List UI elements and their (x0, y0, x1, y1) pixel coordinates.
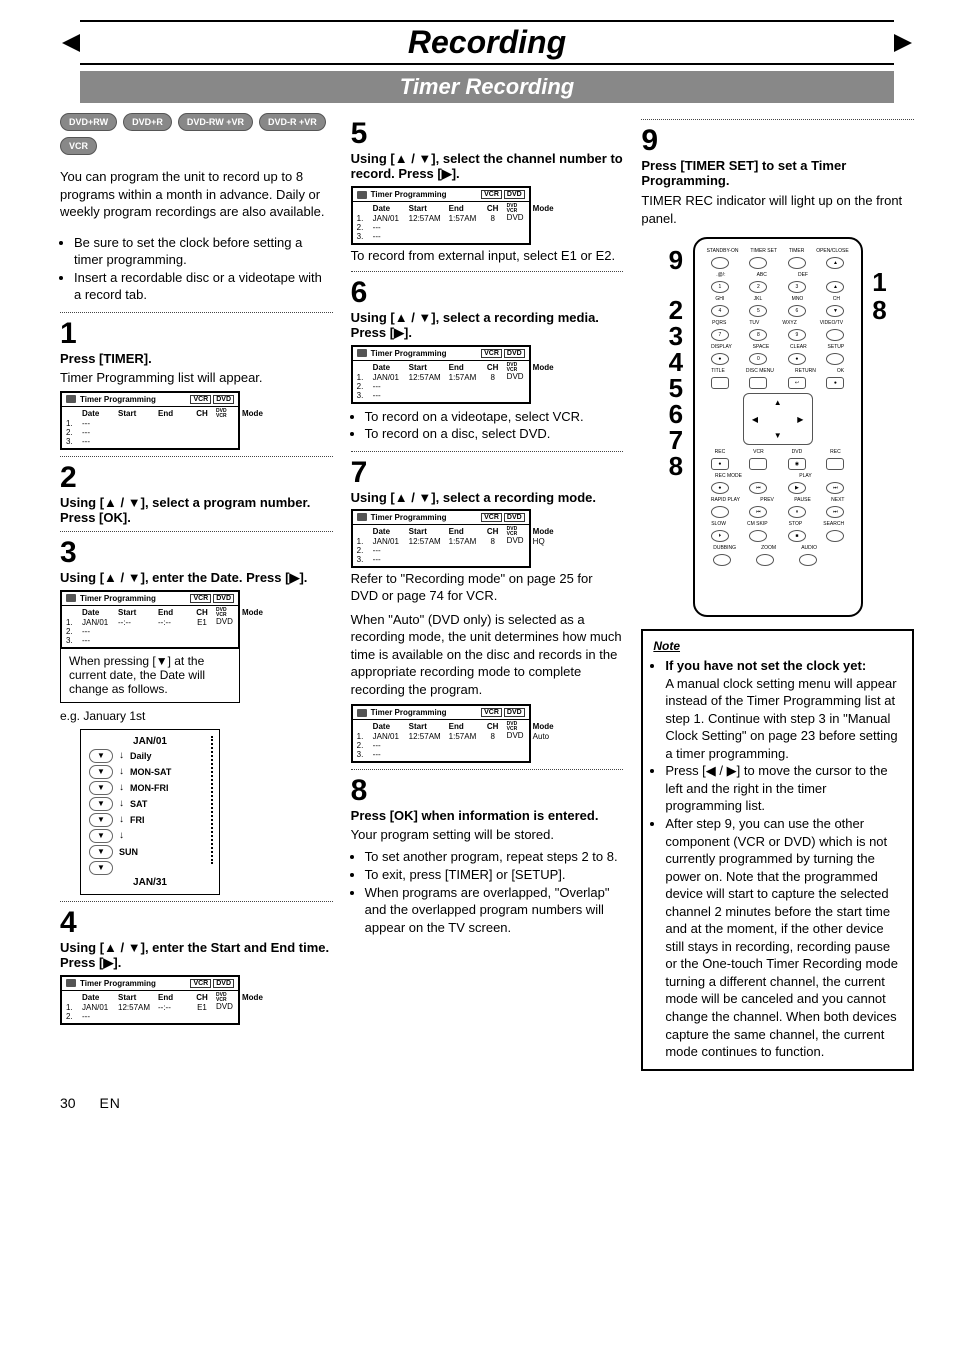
step-3-title: Using [▲ / ▼], enter the Date. Press [▶]… (60, 570, 333, 586)
column-middle: 5 Using [▲ / ▼], select the channel numb… (351, 113, 624, 1071)
note-bullet-3: After step 9, you can use the other comp… (665, 815, 902, 1061)
note-para: A manual clock setting menu will appear … (665, 676, 897, 761)
timer-programming-label: Timer Programming (80, 395, 156, 404)
remote-control-diagram: STANDBY-ONTIMER SETTIMEROPEN/CLOSE ▲ .@/… (693, 237, 863, 617)
openclose-button-icon: ▲ (826, 257, 844, 269)
step-number-9: 9 (641, 126, 914, 156)
step-8-bullet: To exit, press [TIMER] or [SETUP]. (365, 866, 624, 884)
callout-1: 1 (872, 267, 886, 298)
dvd-indicator: DVD (213, 395, 234, 404)
step-8-bullet: To set another program, repeat steps 2 t… (365, 848, 624, 866)
badge: DVD-R +VR (259, 113, 326, 131)
note-lead: If you have not set the clock yet: (665, 658, 866, 673)
step-number-5: 5 (351, 119, 624, 149)
step-number-3: 3 (60, 538, 333, 568)
intro-bullet: Insert a recordable disc or a videotape … (74, 269, 333, 304)
step-number-4: 4 (60, 908, 333, 938)
badge: DVD-RW +VR (178, 113, 253, 131)
timer-programming-panel: Timer ProgrammingVCRDVD DateStartEndCHDV… (351, 509, 531, 568)
timer-button-icon (788, 257, 806, 269)
timer-programming-panel: Timer ProgrammingVCRDVD DateStartEndCHDV… (351, 186, 531, 245)
step-number-1: 1 (60, 319, 333, 349)
note-heading: Note (653, 639, 902, 653)
intro-bullet: Be sure to set the clock before setting … (74, 234, 333, 269)
step-5-after: To record from external input, select E1… (351, 247, 624, 265)
step-1-title: Press [TIMER]. (60, 351, 333, 366)
callout-8: 8 (669, 451, 683, 482)
step-3-callout: When pressing [▼] at the current date, t… (60, 647, 240, 703)
step-1-sub: Timer Programming list will appear. (60, 370, 333, 385)
timer-programming-panel: Timer ProgrammingVCRDVD DateStartEndCHDV… (351, 345, 531, 404)
step-number-6: 6 (351, 278, 624, 308)
step-5-title: Using [▲ / ▼], select the channel number… (351, 151, 624, 182)
page-title: Recording (80, 20, 894, 65)
footer-lang: EN (99, 1095, 120, 1111)
dpad-icon: ▲◀▶▼ (743, 393, 813, 445)
step-number-2: 2 (60, 463, 333, 493)
step-6-title: Using [▲ / ▼], select a recording media.… (351, 310, 624, 341)
callout-8r: 8 (872, 295, 886, 326)
down-button-icon: ▼ (89, 749, 113, 763)
timer-programming-panel: Timer ProgrammingVCRDVD DateStartEndCHDV… (60, 590, 240, 649)
note-box: Note If you have not set the clock yet: A… (641, 629, 914, 1071)
step-number-7: 7 (351, 458, 624, 488)
footer-page-number: 30 (60, 1095, 76, 1111)
note-bullet-2: Press [◀ / ▶] to move the cursor to the … (665, 762, 902, 815)
badge: VCR (60, 137, 97, 155)
step-6-bullet: To record on a disc, select DVD. (365, 425, 624, 443)
timer-icon (66, 395, 76, 403)
step-7-para2: When "Auto" (DVD only) is selected as a … (351, 611, 624, 699)
timer-programming-panel: Timer ProgrammingVCRDVD DateStartEndCHDV… (60, 391, 240, 450)
step-8-bullet: When programs are overlapped, "Overlap" … (365, 884, 624, 937)
column-right: 9 Press [TIMER SET] to set a Timer Progr… (641, 113, 914, 1071)
step-7-para1: Refer to "Recording mode" on page 25 for… (351, 570, 624, 605)
step-3-example: e.g. January 1st (60, 709, 333, 723)
step-8-sub: Your program setting will be stored. (351, 827, 624, 842)
subtitle: Timer Recording (80, 71, 894, 103)
step-2-title: Using [▲ / ▼], select a program number. … (60, 495, 333, 525)
step-7-title: Using [▲ / ▼], select a recording mode. (351, 490, 624, 505)
callout-9: 9 (669, 245, 683, 276)
date-loop-diagram: JAN/01 ▼↓Daily ▼↓MON-SAT ▼↓MON-FRI ▼↓SAT… (80, 729, 220, 895)
intro-bullets: Be sure to set the clock before setting … (60, 234, 333, 304)
timerset-button-icon (749, 257, 767, 269)
page-footer: 30 EN (60, 1095, 914, 1111)
timer-programming-panel: Timer ProgrammingVCRDVD DateStartEndCHDV… (351, 704, 531, 763)
standby-button-icon (711, 257, 729, 269)
timer-programming-panel: Timer ProgrammingVCRDVD DateStartEndCHDV… (60, 975, 240, 1025)
step-6-bullet: To record on a videotape, select VCR. (365, 408, 624, 426)
step-9-title: Press [TIMER SET] to set a Timer Program… (641, 158, 914, 188)
vcr-indicator: VCR (190, 395, 211, 404)
step-number-8: 8 (351, 776, 624, 806)
step-4-title: Using [▲ / ▼], enter the Start and End t… (60, 940, 333, 971)
badge: DVD+RW (60, 113, 117, 131)
intro-paragraph: You can program the unit to record up to… (60, 168, 333, 221)
step-8-title: Press [OK] when information is entered. (351, 808, 624, 823)
step-9-sub: TIMER REC indicator will light up on the… (641, 192, 914, 227)
badge: DVD+R (123, 113, 172, 131)
column-left: DVD+RW DVD+R DVD-RW +VR DVD-R +VR VCR Yo… (60, 113, 333, 1071)
disc-badges: DVD+RW DVD+R DVD-RW +VR DVD-R +VR VCR (60, 113, 333, 155)
